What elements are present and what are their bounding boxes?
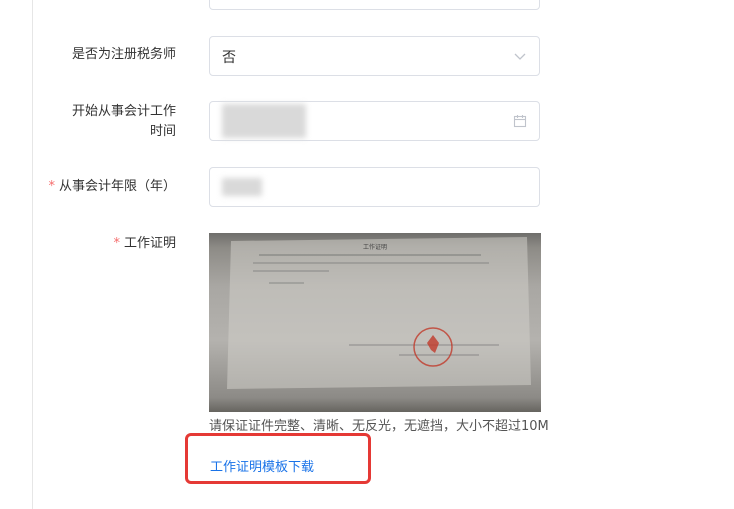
chevron-down-icon bbox=[514, 53, 526, 60]
form-left-border bbox=[32, 0, 33, 509]
previous-field[interactable] bbox=[209, 0, 540, 10]
work-cert-label: * 工作证明 bbox=[36, 234, 176, 254]
tax-agent-value: 否 bbox=[222, 50, 236, 66]
document-title: 工作证明 bbox=[363, 243, 387, 251]
start-date-label: 开始从事会计工作 时间 bbox=[62, 102, 176, 142]
blurred-date-value bbox=[222, 104, 306, 138]
required-mark: * bbox=[113, 236, 120, 251]
tax-agent-select[interactable]: 否 bbox=[209, 36, 540, 76]
start-date-label-line2: 时间 bbox=[149, 124, 176, 139]
start-date-label-line1: 开始从事会计工作 bbox=[71, 104, 176, 119]
work-cert-label-text: 工作证明 bbox=[123, 236, 176, 251]
upload-hint: 请保证证件完整、清晰、无反光，无遮挡，大小不超过10M bbox=[209, 419, 549, 434]
years-input[interactable] bbox=[209, 167, 540, 207]
tax-agent-label: 是否为注册税务师 bbox=[71, 47, 176, 62]
years-label: * 从事会计年限（年） bbox=[36, 177, 176, 197]
template-download-link[interactable]: 工作证明模板下载 bbox=[210, 456, 314, 475]
document-image: 工作证明 bbox=[227, 237, 531, 389]
years-label-text: 从事会计年限（年） bbox=[58, 179, 176, 194]
calendar-icon bbox=[513, 115, 527, 128]
work-cert-photo[interactable]: 工作证明 bbox=[209, 233, 541, 412]
start-date-picker[interactable] bbox=[209, 101, 540, 141]
blurred-years-value bbox=[222, 178, 262, 196]
required-mark: * bbox=[48, 179, 55, 194]
